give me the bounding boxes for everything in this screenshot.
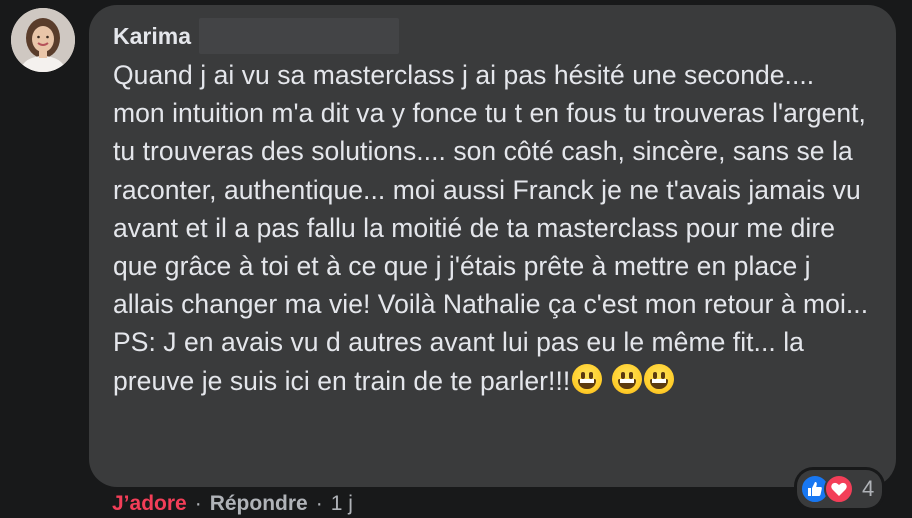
grinning-face-emoji	[643, 363, 674, 394]
avatar[interactable]	[11, 8, 75, 72]
author-row: Karima	[113, 18, 876, 54]
separator-dot: ·	[315, 492, 323, 515]
comment-text: Quand j ai vu sa masterclass j ai pas hé…	[113, 56, 873, 400]
love-reaction-button[interactable]: J’adore	[112, 492, 187, 516]
reaction-count: 4	[862, 476, 875, 501]
author-name[interactable]: Karima	[113, 23, 191, 50]
comment-actions: J’adore · Répondre · 1 j	[112, 492, 353, 516]
timestamp[interactable]: 1 j	[331, 492, 353, 516]
grinning-face-emoji	[611, 363, 642, 394]
love-icon	[824, 474, 854, 504]
comment-bubble: Karima Quand j ai vu sa masterclass j ai…	[89, 5, 896, 487]
reply-button[interactable]: Répondre	[210, 492, 308, 516]
reactions-summary[interactable]: 4	[797, 470, 883, 508]
redacted-surname	[198, 18, 399, 54]
avatar-image	[11, 8, 75, 72]
comment: Karima Quand j ai vu sa masterclass j ai…	[0, 0, 912, 518]
comment-body: Quand j ai vu sa masterclass j ai pas hé…	[113, 60, 869, 396]
separator-dot: ·	[194, 492, 202, 515]
grinning-face-emoji	[572, 363, 603, 394]
